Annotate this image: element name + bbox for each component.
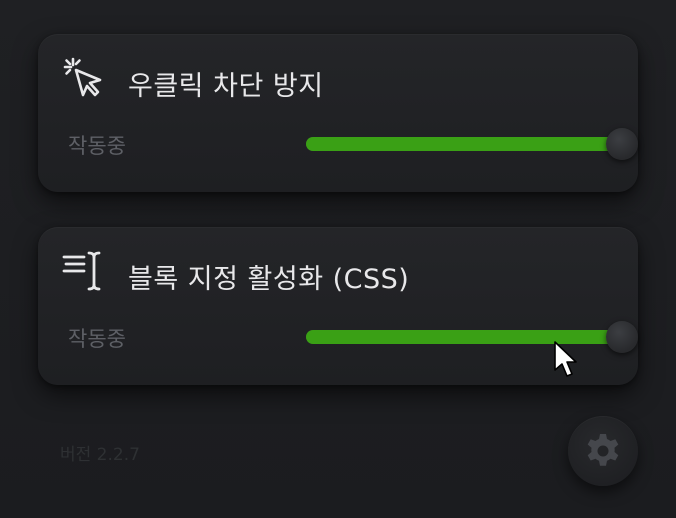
slider-thumb[interactable] bbox=[606, 128, 638, 160]
card-text-select: 블록 지정 활성화 (CSS) 작동중 bbox=[38, 227, 638, 385]
slider-fill bbox=[306, 137, 622, 151]
popup-page: 우클릭 차단 방지 작동중 블록 지정 활성화 (CSS) 작동중 버전 2.2… bbox=[0, 0, 676, 518]
status-label: 작동중 bbox=[68, 134, 126, 158]
toggle-slider-right-click[interactable] bbox=[306, 128, 638, 160]
gear-icon bbox=[587, 434, 619, 466]
settings-button[interactable] bbox=[568, 416, 638, 486]
text-select-icon bbox=[62, 249, 108, 295]
cursor-click-icon bbox=[62, 56, 108, 102]
status-label: 작동중 bbox=[68, 327, 126, 351]
card-title: 우클릭 차단 방지 bbox=[128, 71, 324, 102]
mouse-pointer-icon bbox=[554, 341, 577, 377]
slider-thumb[interactable] bbox=[606, 321, 638, 353]
version-label: 버전 2.2.7 bbox=[60, 445, 140, 465]
card-title: 블록 지정 활성화 (CSS) bbox=[128, 264, 410, 295]
card-right-click-block: 우클릭 차단 방지 작동중 bbox=[38, 34, 638, 192]
